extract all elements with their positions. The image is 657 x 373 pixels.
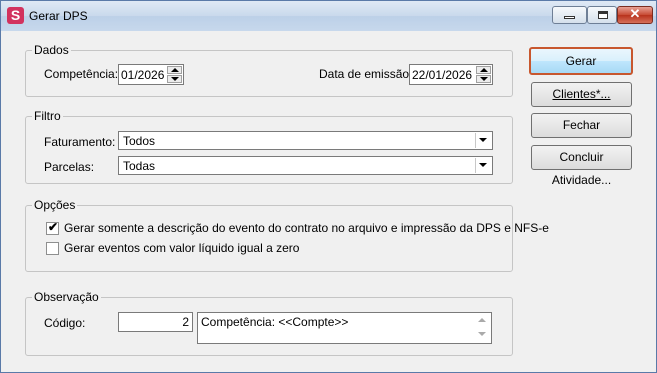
minimize-button[interactable] — [552, 6, 587, 24]
maximize-button[interactable] — [587, 6, 617, 24]
clientes-button[interactable]: Clientes*... — [531, 82, 632, 107]
data-emissao-label: Data de emissão: — [319, 67, 413, 81]
competencia-spinner[interactable] — [167, 66, 182, 83]
competencia-spin-up-button[interactable] — [167, 66, 182, 74]
close-icon: ✕ — [629, 6, 641, 21]
gerar-button[interactable]: Gerar — [529, 47, 633, 75]
codigo-input[interactable]: 2 — [118, 312, 193, 332]
data-emissao-input[interactable]: 22/01/2026 — [409, 64, 493, 85]
faturamento-dropdown-button[interactable] — [475, 133, 491, 148]
concluir-atividade-button[interactable]: Concluir Atividade... — [531, 145, 632, 187]
scroll-up-icon[interactable] — [478, 318, 486, 322]
parcelas-label: Parcelas: — [44, 160, 95, 174]
close-button[interactable]: ✕ — [617, 6, 653, 24]
competencia-spin-down-button[interactable] — [167, 75, 182, 83]
competencia-value: 01/2026 — [121, 68, 165, 82]
faturamento-value: Todos — [123, 134, 156, 148]
gerar-dps-window: S Gerar DPS ✕ Dados Competência: 01/2026… — [0, 0, 657, 373]
minimize-icon — [564, 16, 575, 19]
faturamento-label: Faturamento: — [44, 135, 116, 149]
parcelas-select[interactable]: Todas — [118, 156, 493, 175]
opt-valor-zero-label[interactable]: Gerar eventos com valor líquido igual a … — [64, 241, 299, 255]
spin-up-icon — [480, 68, 488, 72]
data-emissao-spinner[interactable] — [476, 66, 491, 83]
data-emissao-spin-down-button[interactable] — [476, 75, 491, 83]
scroll-down-icon[interactable] — [478, 332, 486, 336]
fechar-button[interactable]: Fechar — [531, 113, 632, 138]
observacao-legend: Observação — [34, 290, 99, 304]
app-s-icon: S — [7, 7, 24, 24]
memo-scrollbar[interactable] — [474, 313, 491, 343]
observacao-memo[interactable]: Competência: <<Compte>> — [197, 312, 492, 344]
checkmark-icon: ✔ — [48, 220, 59, 234]
dados-legend: Dados — [34, 43, 69, 57]
title-bar: S Gerar DPS ✕ — [1, 1, 656, 31]
spin-down-icon — [480, 77, 488, 81]
data-emissao-spin-up-button[interactable] — [476, 66, 491, 74]
spin-up-icon — [171, 68, 179, 72]
window-title: Gerar DPS — [29, 9, 88, 23]
parcelas-dropdown-button[interactable] — [475, 158, 491, 173]
opcoes-group: Opções — [25, 198, 513, 272]
chevron-down-icon — [479, 163, 487, 167]
data-emissao-value: 22/01/2026 — [412, 68, 473, 82]
opcoes-legend: Opções — [34, 198, 76, 212]
spin-down-icon — [171, 77, 179, 81]
maximize-icon — [598, 11, 608, 19]
codigo-label: Código: — [44, 316, 86, 330]
opt-descricao-evento-label[interactable]: Gerar somente a descrição do evento do c… — [64, 221, 549, 235]
chevron-down-icon — [479, 138, 487, 142]
competencia-label: Competência: — [44, 67, 119, 81]
codigo-value: 2 — [182, 315, 189, 329]
parcelas-value: Todas — [123, 159, 156, 173]
opt-descricao-evento-checkbox[interactable]: ✔ — [46, 220, 59, 235]
observacao-text: Competência: <<Compte>> — [201, 315, 349, 329]
faturamento-select[interactable]: Todos — [118, 131, 493, 150]
opt-valor-zero-checkbox[interactable] — [46, 242, 59, 255]
competencia-input[interactable]: 01/2026 — [118, 64, 184, 85]
filtro-legend: Filtro — [34, 109, 61, 123]
